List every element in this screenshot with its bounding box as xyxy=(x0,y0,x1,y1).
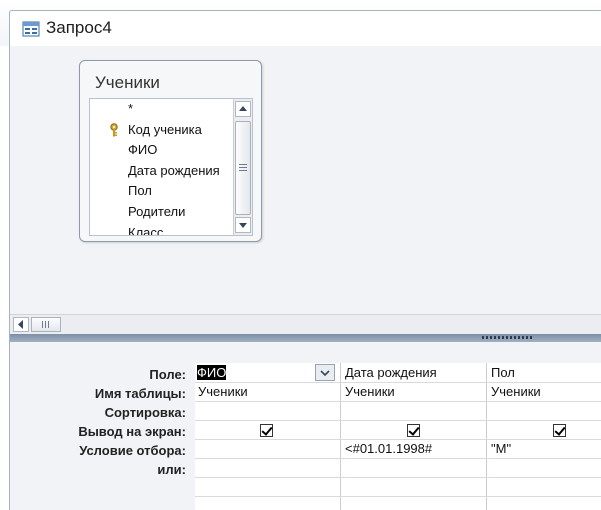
field-dropdown-button[interactable] xyxy=(315,364,335,381)
scroll-down-button[interactable] xyxy=(235,217,251,233)
field-list[interactable]: * Код ученика ФИО Дата рождения Пол Роди… xyxy=(89,98,253,236)
grip-icon xyxy=(239,164,247,171)
field-list-item[interactable]: Пол xyxy=(128,183,152,198)
table-pane[interactable]: Ученики * Код ученика ФИО Дата рождения … xyxy=(10,46,601,314)
row-divider xyxy=(195,420,601,421)
scroll-left-button[interactable] xyxy=(13,317,29,332)
table-pane-hscrollbar[interactable] xyxy=(10,314,601,334)
chevron-down-icon xyxy=(320,370,330,377)
table-field-list[interactable]: Ученики * Код ученика ФИО Дата рождения … xyxy=(79,60,262,242)
document-tab-bar: Запрос4 xyxy=(0,0,601,47)
grid-cell-table[interactable]: Ученики xyxy=(198,384,248,399)
query-icon xyxy=(22,21,40,37)
design-grid: ФИО Ученики Дата рождения Ученики <#01.0… xyxy=(195,363,601,510)
row-divider xyxy=(195,496,601,497)
field-list-item[interactable]: Родители xyxy=(128,204,185,219)
row-label-show: Вывод на экран: xyxy=(78,424,186,439)
scroll-thumb[interactable] xyxy=(235,121,251,215)
query-tab-title: Запрос4 xyxy=(46,18,112,37)
field-list-item[interactable]: ФИО xyxy=(128,142,157,157)
field-list-item[interactable]: Класс xyxy=(128,225,163,235)
scroll-up-button[interactable] xyxy=(235,101,251,117)
grid-cell-table[interactable]: Ученики xyxy=(491,384,541,399)
splitter-grip[interactable] xyxy=(482,336,534,339)
show-checkbox[interactable] xyxy=(407,424,420,437)
grip-icon xyxy=(42,321,49,328)
row-divider xyxy=(195,477,601,478)
grid-cell-field[interactable]: Пол xyxy=(491,365,515,380)
arrow-down-icon xyxy=(239,223,247,228)
row-divider xyxy=(195,439,601,440)
table-box-title[interactable]: Ученики xyxy=(95,73,160,93)
grid-row-labels: Поле: Имя таблицы: Сортировка: Вывод на … xyxy=(10,342,186,510)
field-list-item[interactable]: * xyxy=(128,101,133,116)
arrow-up-icon xyxy=(239,106,247,111)
grid-cell-field[interactable]: ФИО xyxy=(197,365,227,380)
hscroll-thumb[interactable] xyxy=(31,317,61,332)
column-divider[interactable] xyxy=(486,363,487,510)
row-divider xyxy=(195,382,601,383)
grid-cell-criteria[interactable]: "М" xyxy=(491,441,511,456)
query-tab[interactable]: Запрос4 xyxy=(9,10,601,47)
row-divider xyxy=(195,401,601,402)
grid-cell-criteria[interactable]: <#01.01.1998# xyxy=(345,441,432,456)
row-label-field: Поле: xyxy=(149,367,186,382)
primary-key-icon xyxy=(110,123,118,137)
grid-cell-table[interactable]: Ученики xyxy=(345,384,395,399)
query-designer: Ученики * Код ученика ФИО Дата рождения … xyxy=(9,46,601,510)
row-divider xyxy=(195,458,601,459)
design-grid-pane: Поле: Имя таблицы: Сортировка: Вывод на … xyxy=(10,342,601,510)
grid-cell-field[interactable]: Дата рождения xyxy=(345,365,437,380)
show-checkbox[interactable] xyxy=(260,424,273,437)
query-design-window: Запрос4 Ученики * Код ученика ФИО Дата р… xyxy=(0,0,601,510)
row-label-criteria: Условие отбора: xyxy=(79,443,186,458)
field-list-item[interactable]: Код ученика xyxy=(128,122,202,137)
field-list-item[interactable]: Дата рождения xyxy=(128,163,220,178)
row-label-table: Имя таблицы: xyxy=(94,386,186,401)
field-list-scrollbar[interactable] xyxy=(233,99,252,235)
show-checkbox[interactable] xyxy=(553,424,566,437)
column-divider[interactable] xyxy=(340,363,341,510)
arrow-left-icon xyxy=(18,320,23,329)
row-label-or: или: xyxy=(157,462,186,477)
row-label-sort: Сортировка: xyxy=(104,405,186,420)
